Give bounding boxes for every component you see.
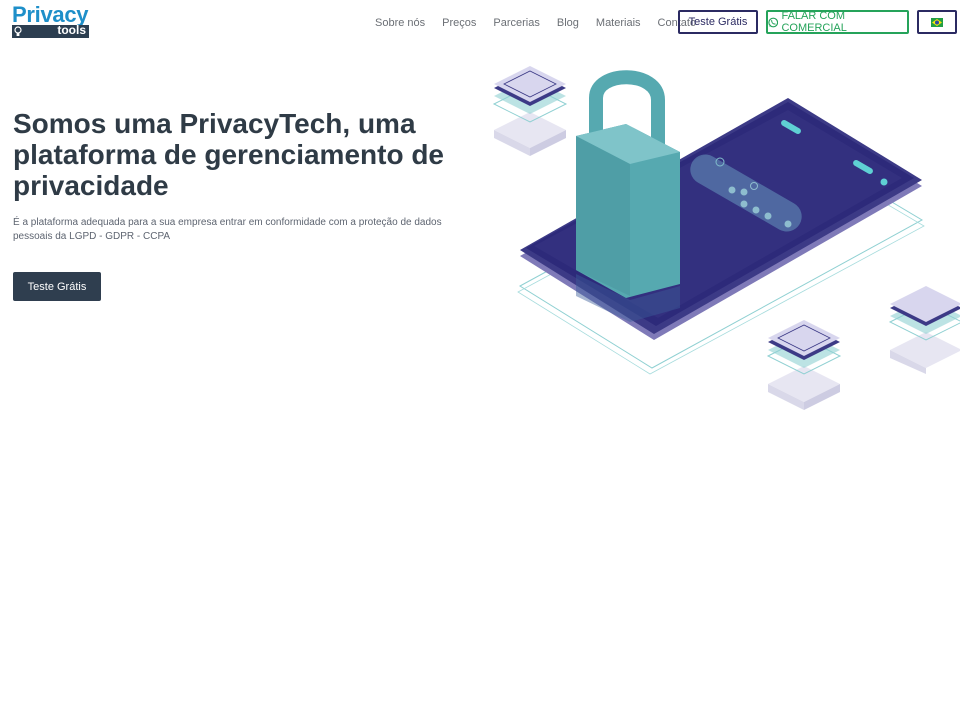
hero-title: Somos uma PrivacyTech, uma plataforma de… xyxy=(13,108,445,201)
cube-bottom-middle xyxy=(766,320,842,410)
padlock-phone-illustration xyxy=(492,66,960,410)
logo-text-privacy: Privacy xyxy=(12,2,89,27)
hero-subtitle: É a plataforma adequada para a sua empre… xyxy=(13,217,442,242)
nav-precos[interactable]: Preços xyxy=(442,17,476,29)
hero-trial-label: Teste Grátis xyxy=(27,280,87,293)
brazil-flag-icon xyxy=(931,17,943,27)
nav-materiais[interactable]: Materiais xyxy=(596,17,641,29)
talk-to-sales-button[interactable]: FALAR COM COMERCIAL xyxy=(766,10,909,34)
privacy-tools-logo[interactable]: Privacy tools xyxy=(12,2,90,38)
header-trial-label: Teste Grátis xyxy=(688,16,748,28)
lightbulb-icon xyxy=(14,26,22,36)
nav-blog[interactable]: Blog xyxy=(557,17,579,29)
cube-top-left xyxy=(492,66,568,156)
header-trial-button[interactable]: Teste Grátis xyxy=(678,10,758,34)
nav-sobre-nos[interactable]: Sobre nós xyxy=(375,17,425,29)
language-selector[interactable] xyxy=(917,10,957,34)
main-nav: Sobre nós Preços Parcerias Blog Materiai… xyxy=(375,10,713,36)
talk-to-sales-label: FALAR COM COMERCIAL xyxy=(781,10,847,34)
hero-trial-button[interactable]: Teste Grátis xyxy=(13,272,101,301)
logo-dark-bar: tools xyxy=(12,23,89,38)
nav-parcerias[interactable]: Parcerias xyxy=(493,17,539,29)
logo-text-tools: tools xyxy=(57,23,86,37)
cube-right xyxy=(888,286,960,374)
whatsapp-icon xyxy=(768,17,779,27)
